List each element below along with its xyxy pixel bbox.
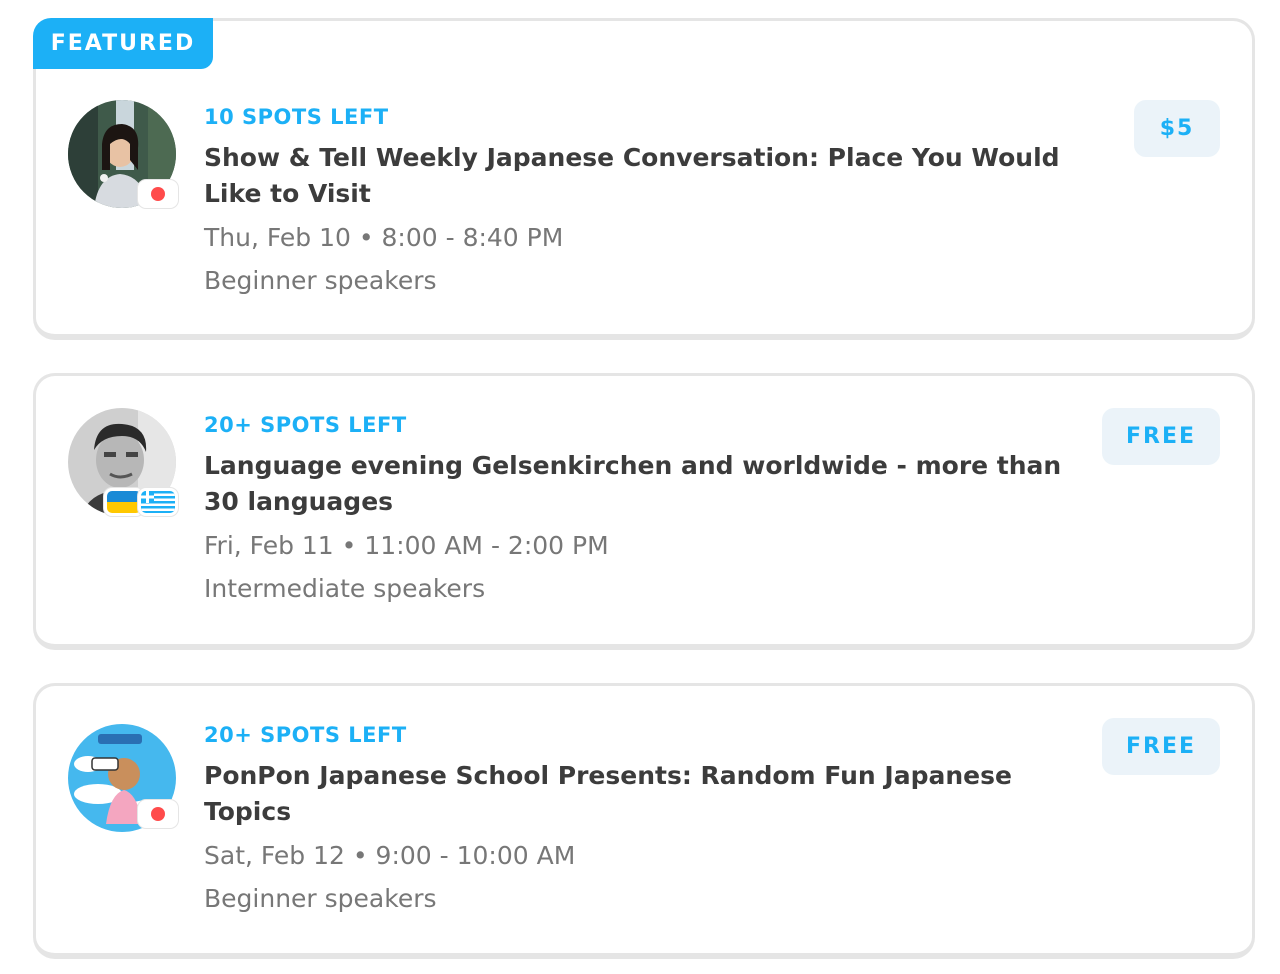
event-card[interactable]: 20+ SPOTS LEFT Language evening Gelsenki… [33,373,1255,650]
event-card[interactable]: 20+ SPOTS LEFT PonPon Japanese School Pr… [33,683,1255,959]
price-badge[interactable]: $5 [1134,100,1220,157]
event-title[interactable]: Show & Tell Weekly Japanese Conversation… [204,140,1082,212]
event-content: 10 SPOTS LEFT Show & Tell Weekly Japanes… [204,105,1082,299]
event-content: 20+ SPOTS LEFT Language evening Gelsenki… [204,413,1082,607]
price-badge[interactable]: FREE [1102,718,1220,775]
host-avatar-wrap[interactable] [68,100,180,212]
japan-flag-icon [138,180,178,208]
event-level: Beginner speakers [204,884,437,913]
event-datetime: Sat, Feb 12 • 9:00 - 10:00 AM [204,841,576,870]
events-list: FEATURED 10 SPOTS LEFT Show & Tell Weekl… [0,0,1280,974]
spots-left: 20+ SPOTS LEFT [204,413,407,437]
event-card[interactable]: FEATURED 10 SPOTS LEFT Show & Tell Weekl… [33,18,1255,340]
host-avatar-wrap[interactable] [68,724,180,836]
greece-flag-icon [138,488,178,516]
spots-left: 10 SPOTS LEFT [204,105,389,129]
event-level: Intermediate speakers [204,574,486,603]
event-datetime: Thu, Feb 10 • 8:00 - 8:40 PM [204,223,564,252]
event-title[interactable]: Language evening Gelsenkirchen and world… [204,448,1082,520]
host-avatar-wrap[interactable] [68,408,180,520]
event-level: Beginner speakers [204,266,437,295]
price-badge[interactable]: FREE [1102,408,1220,465]
event-datetime: Fri, Feb 11 • 11:00 AM - 2:00 PM [204,531,609,560]
japan-flag-icon [138,800,178,828]
event-title[interactable]: PonPon Japanese School Presents: Random … [204,758,1082,830]
featured-badge: FEATURED [33,18,213,69]
event-content: 20+ SPOTS LEFT PonPon Japanese School Pr… [204,723,1082,917]
spots-left: 20+ SPOTS LEFT [204,723,407,747]
